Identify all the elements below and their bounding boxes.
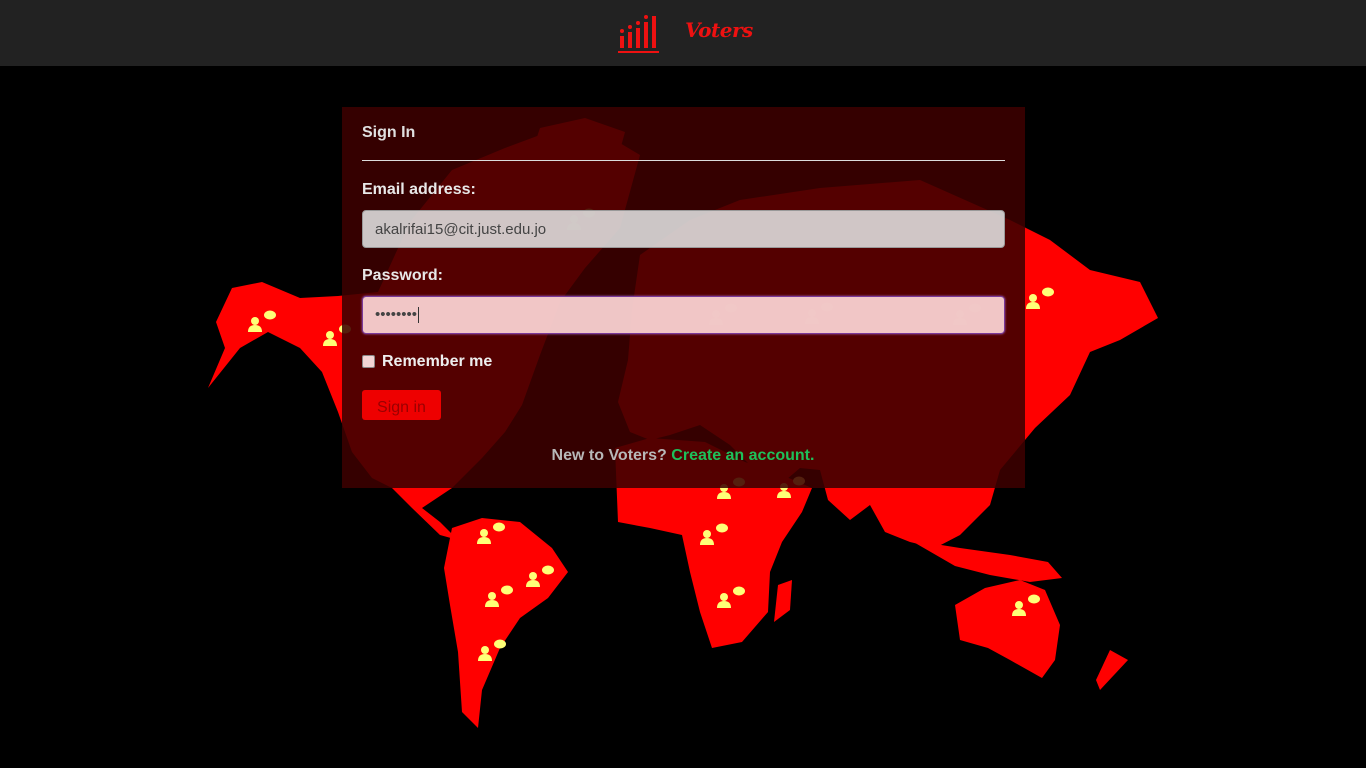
remember-me-label[interactable]: Remember me: [382, 353, 492, 371]
map-southeast-asia: [910, 540, 1062, 582]
email-field[interactable]: [362, 210, 1005, 248]
bar-chart-logo-icon[interactable]: [618, 12, 660, 54]
sign-in-button[interactable]: Sign in: [362, 390, 441, 420]
map-australia: [955, 580, 1060, 678]
sign-in-heading: Sign In: [362, 124, 416, 141]
map-south-america: [444, 518, 568, 728]
new-to-voters-text: New to Voters?: [551, 447, 667, 464]
signup-prompt: New to Voters? Create an account.: [0, 447, 1366, 465]
map-new-zealand: [1096, 650, 1128, 690]
password-mask: ••••••••: [375, 306, 418, 323]
map-madagascar: [774, 580, 792, 622]
password-label: Password:: [362, 267, 443, 284]
heading-divider: [362, 160, 1005, 161]
create-account-link[interactable]: Create an account.: [671, 447, 814, 464]
email-label: Email address:: [362, 181, 476, 198]
remember-me-checkbox[interactable]: [362, 355, 375, 368]
top-navbar: Voters: [0, 0, 1366, 66]
brand-name[interactable]: Voters: [685, 18, 753, 42]
password-field[interactable]: ••••••••: [362, 296, 1005, 334]
text-caret: [418, 307, 420, 323]
